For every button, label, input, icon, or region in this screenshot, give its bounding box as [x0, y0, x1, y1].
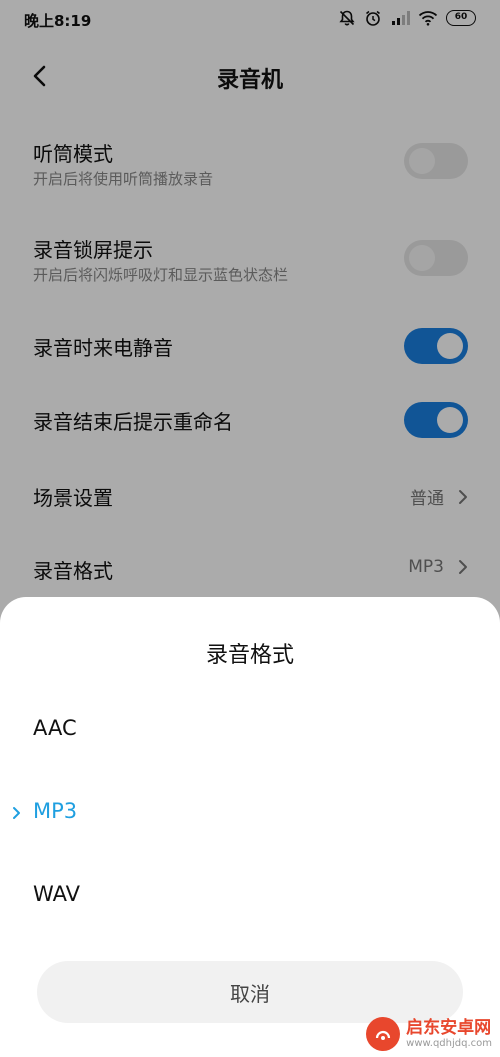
option-label: MP3 — [33, 799, 78, 823]
option-label: WAV — [33, 882, 81, 906]
cancel-label: 取消 — [230, 981, 270, 1006]
option-mp3[interactable]: MP3 — [0, 779, 500, 849]
sheet-title: 录音格式 — [205, 643, 294, 668]
format-bottom-sheet: 录音格式 AAC MP3 WAV 取消 启东安卓网 www.qdhjdq.com — [0, 597, 500, 1057]
watermark: 启东安卓网 www.qdhjdq.com — [366, 1017, 492, 1051]
selected-chevron-icon — [13, 807, 20, 819]
watermark-logo-icon — [366, 1017, 401, 1051]
cancel-button[interactable]: 取消 — [37, 961, 463, 1023]
watermark-url: www.qdhjdq.com — [406, 1038, 492, 1049]
watermark-name: 启东安卓网 — [406, 1018, 492, 1038]
option-wav[interactable]: WAV — [0, 862, 500, 932]
option-aac[interactable]: AAC — [0, 696, 500, 766]
option-label: AAC — [33, 716, 77, 740]
